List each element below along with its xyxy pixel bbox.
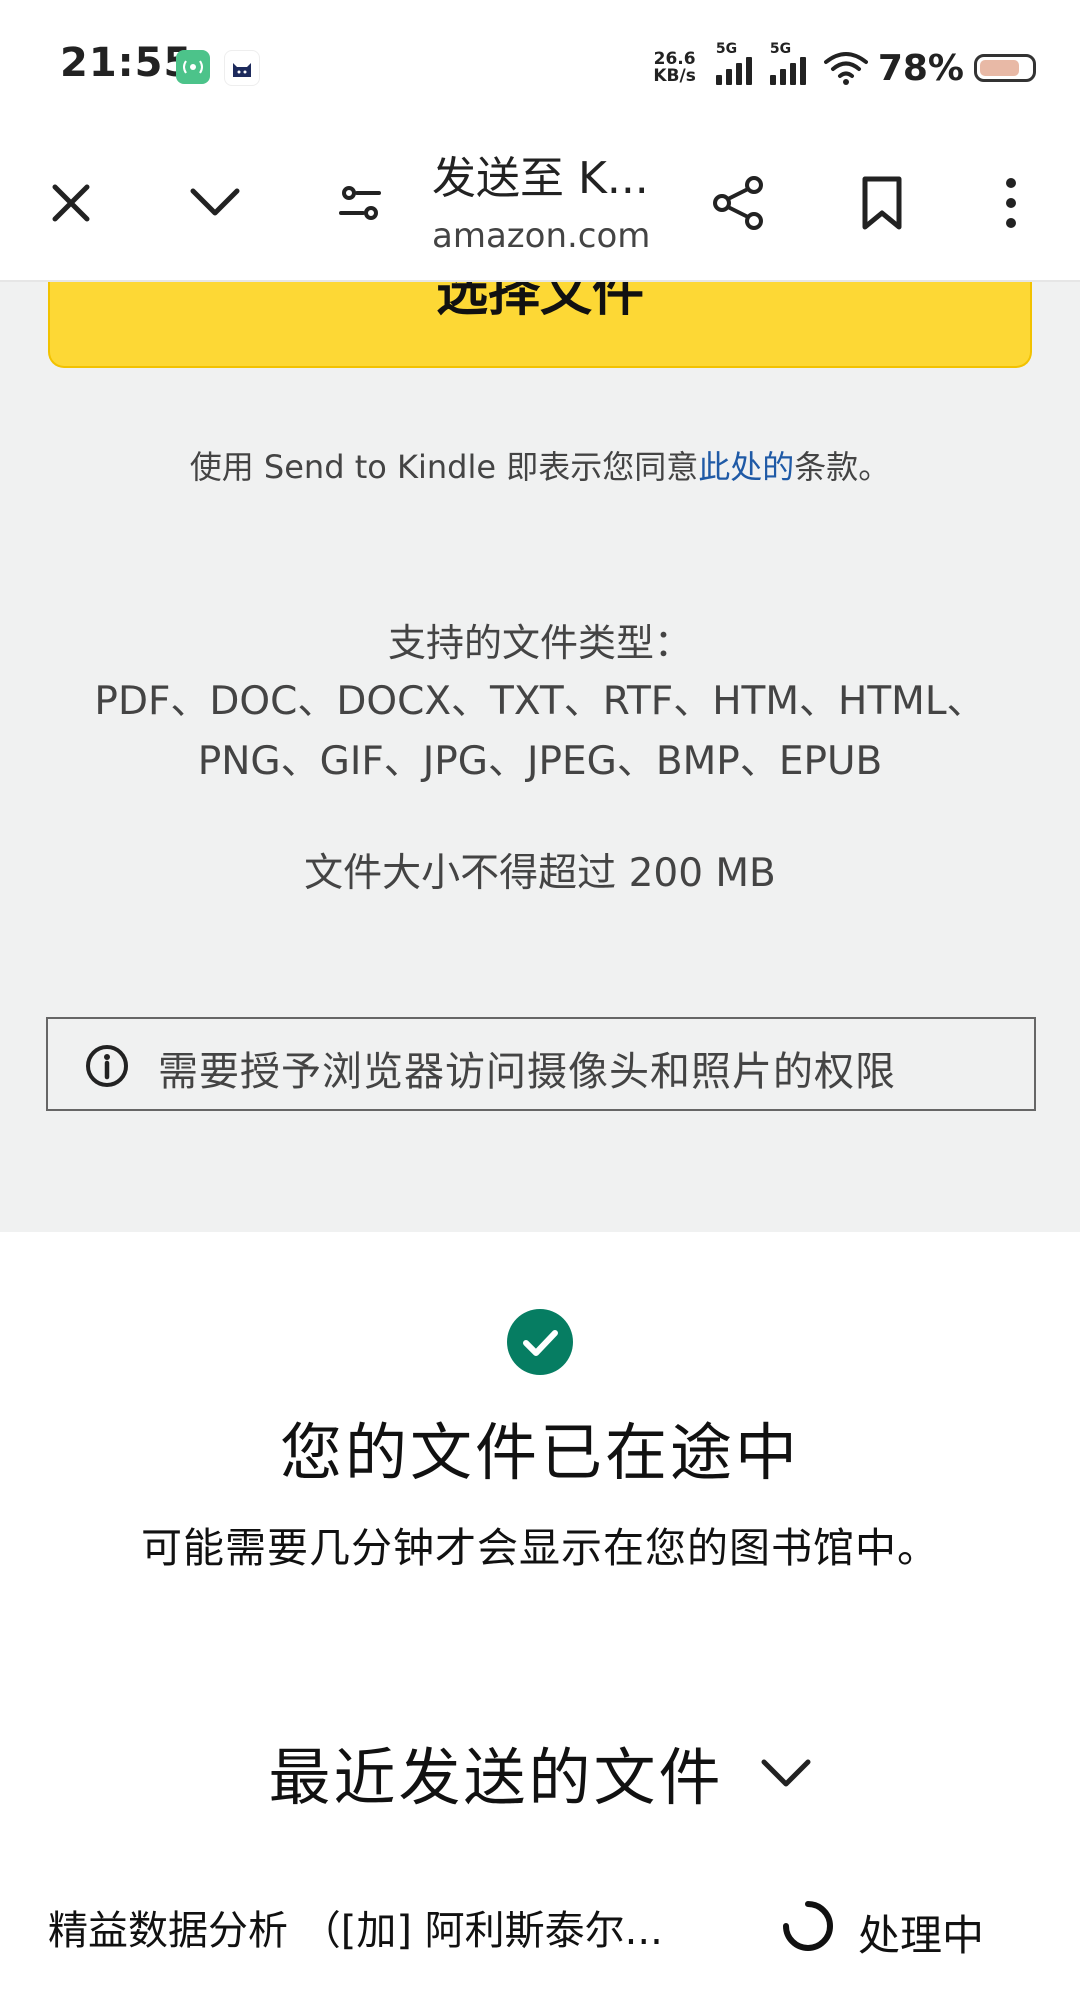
spinner-icon: [783, 1901, 833, 1951]
cat-app-icon: [224, 50, 260, 86]
file-status: 处理中: [858, 1911, 985, 1960]
signal-icon-2: 5G: [769, 41, 814, 85]
file-types-list: PDF、DOC、DOCX、TXT、RTF、HTM、HTML、 PNG、GIF、J…: [40, 672, 1040, 792]
permission-text: 需要授予浏览器访问摄像头和照片的权限: [158, 1049, 896, 1095]
chevron-down-icon: [761, 1759, 810, 1787]
bookmark-icon[interactable]: [847, 168, 917, 238]
share-icon[interactable]: [703, 168, 773, 238]
terms-prefix: 使用 Send to Kindle 即表示您同意: [189, 448, 699, 486]
network-speed-unit: KB/s: [653, 66, 696, 86]
page-domain[interactable]: amazon.com: [432, 216, 650, 256]
signal-label-2: 5G: [769, 41, 792, 57]
more-vert-icon[interactable]: [976, 168, 1046, 238]
status-bar: 21:55 26.6 KB/s 5G 5G 78%: [0, 0, 1080, 130]
battery-percent: 78%: [877, 47, 964, 89]
file-types-line-2: PNG、GIF、JPG、JPEG、BMP、EPUB: [197, 739, 883, 784]
browser-toolbar: 发送至 K... amazon.com: [0, 130, 1080, 282]
upload-section: 选择文件 使用 Send to Kindle 即表示您同意此处的条款。 支持的文…: [0, 282, 1080, 1232]
list-item[interactable]: 精益数据分析 （[加] 阿利斯泰尔... 处理中: [0, 1892, 1080, 1962]
battery-icon: [974, 54, 1036, 82]
status-time: 21:55: [60, 40, 193, 86]
permission-notice: 需要授予浏览器访问摄像头和照片的权限: [46, 1017, 1036, 1111]
file-types-line-1: PDF、DOC、DOCX、TXT、RTF、HTM、HTML、: [94, 679, 986, 724]
signal-label-1: 5G: [715, 41, 738, 57]
page-title[interactable]: 发送至 K...: [432, 142, 692, 206]
radio-app-icon: [176, 50, 210, 84]
close-icon[interactable]: [36, 168, 106, 238]
choose-file-label: 选择文件: [435, 282, 644, 323]
chevron-down-icon[interactable]: [180, 168, 250, 238]
choose-file-button[interactable]: 选择文件: [48, 282, 1032, 368]
recent-files-title: 最近发送的文件: [268, 1741, 724, 1814]
network-speed: 26.6 KB/s: [653, 51, 695, 85]
success-subtitle: 可能需要几分钟才会显示在您的图书馆中。: [141, 1524, 939, 1572]
success-title: 您的文件已在途中: [279, 1416, 800, 1489]
recent-files-toggle[interactable]: 最近发送的文件: [0, 1732, 1080, 1814]
check-circle-icon: [507, 1309, 573, 1375]
terms-suffix: 条款。: [794, 448, 891, 486]
success-section: 您的文件已在途中 可能需要几分钟才会显示在您的图书馆中。 最近发送的文件 精益数…: [0, 1232, 1080, 1997]
info-icon: [86, 1045, 128, 1087]
file-types-title: 支持的文件类型：: [387, 621, 692, 665]
signal-icon-1: 5G: [715, 41, 760, 85]
terms-link[interactable]: 此处的: [698, 448, 794, 486]
terms-text: 使用 Send to Kindle 即表示您同意此处的条款。: [0, 442, 1080, 488]
tune-icon[interactable]: [325, 168, 395, 238]
wifi-icon: [823, 52, 868, 85]
file-name: 精益数据分析 （[加] 阿利斯泰尔...: [48, 1908, 663, 1954]
status-indicators: 26.6 KB/s 5G 5G 78%: [653, 41, 1036, 92]
battery-fill: [980, 60, 1019, 76]
size-limit: 文件大小不得超过 200 MB: [304, 851, 776, 896]
